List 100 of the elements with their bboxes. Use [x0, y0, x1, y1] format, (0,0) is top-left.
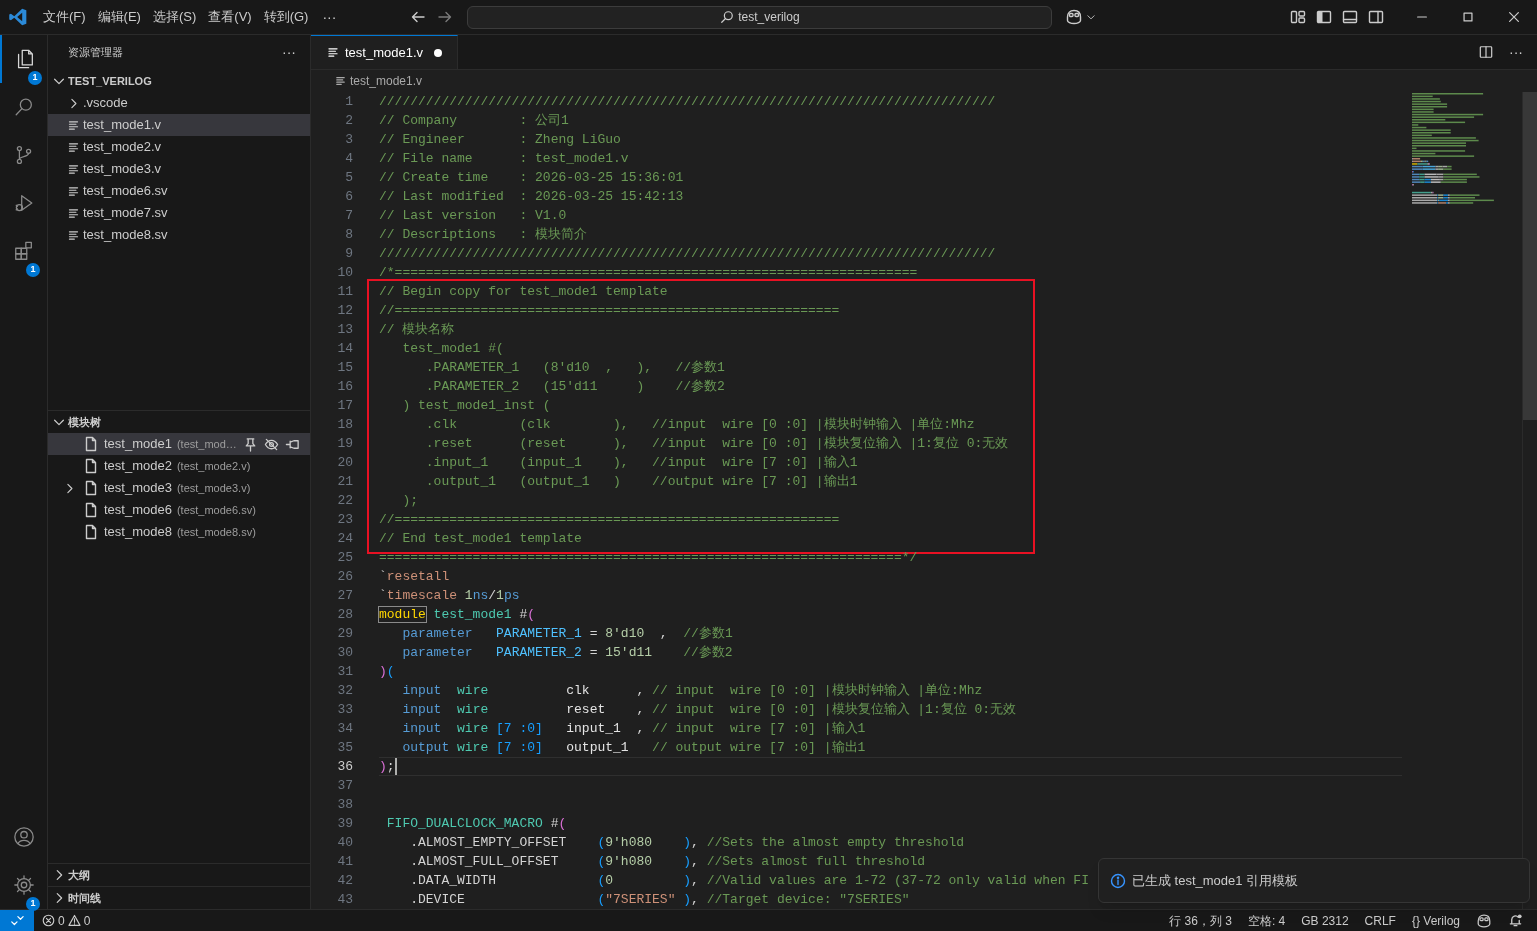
line-number: 2 [344, 111, 353, 130]
text-cursor [394, 758, 397, 775]
folder-header[interactable]: TEST_VERILOG [48, 70, 310, 92]
code-line: /////////////////////////////////////////////////////////////////////////////// [379, 245, 996, 263]
code-line: module test_mode1 #( [379, 606, 536, 624]
secondary-sidebar-icon[interactable] [1368, 9, 1385, 25]
line-number: 37 [336, 776, 353, 795]
count-badge: 1 [26, 897, 40, 911]
account-icon[interactable] [12, 826, 35, 848]
line-number: 35 [336, 738, 353, 757]
panel-toggle-icon[interactable] [1342, 9, 1359, 25]
status-item[interactable]: CRLF [1364, 911, 1396, 930]
line-number: 20 [336, 453, 353, 472]
settings-icon[interactable] [12, 874, 35, 896]
maximize-icon[interactable] [1461, 10, 1475, 24]
tree-item[interactable]: test_mode6 (test_mode6.sv) [48, 499, 310, 521]
line-number: 25 [336, 548, 353, 567]
scrollbar-thumb[interactable] [1523, 92, 1537, 420]
line-number: 5 [344, 168, 353, 187]
line-number: 36 [336, 757, 353, 776]
robot-head-icon [1065, 8, 1084, 26]
bell-icon[interactable] [1508, 913, 1523, 928]
more-actions-button[interactable]: ··· [1509, 41, 1523, 63]
tree-item[interactable]: test_mode2 (test_mode2.v) [48, 455, 310, 477]
code-line: .PARAMETER_1 (8'd10 , ), //参数1 [424, 359, 725, 377]
code-line: output wire [7 :0] output_1 // output wire [7 :0] |输出1 [401, 739, 866, 757]
line-number: 3 [344, 130, 353, 149]
code-line: FIFO_DUALCLOCK_MACRO #( [385, 815, 567, 833]
section-header[interactable]: 大纲 [48, 864, 310, 886]
code-line: .ALMOST_FULL_OFFSET (9'h080 ), //Sets almost full threshold [409, 853, 926, 871]
tree-item[interactable]: test_mode3 (test_mode3.v) [48, 477, 310, 499]
section-header[interactable]: 模块树 [48, 411, 310, 433]
line-number: 34 [336, 719, 353, 738]
command-center-search[interactable]: test_verilog [467, 5, 1053, 29]
close-icon[interactable] [1507, 10, 1521, 24]
line-number: 42 [336, 871, 353, 890]
line-number: 41 [336, 852, 353, 871]
file-icon [83, 458, 99, 474]
code-line: // Begin copy for test_mode1 template [379, 283, 668, 301]
status-item[interactable]: GB 2312 [1301, 911, 1349, 930]
file-item[interactable]: test_mode2.v [48, 136, 310, 158]
robot-head-icon[interactable] [1476, 912, 1492, 929]
editor-tab[interactable]: test_mode1.v [311, 35, 459, 69]
menu-item[interactable]: 编辑(E) [91, 4, 147, 30]
file-lines-icon [67, 228, 80, 242]
folder-item[interactable]: .vscode [48, 92, 310, 114]
tree-item[interactable]: test_mode1 (test_mod… [48, 433, 310, 455]
line-number: 9 [344, 244, 353, 263]
file-item[interactable]: test_mode3.v [48, 158, 310, 180]
menu-item[interactable]: 文件(F) [37, 4, 92, 30]
eye-slash-icon[interactable] [264, 436, 279, 452]
section-header[interactable]: 时间线 [48, 887, 310, 909]
line-number: 1 [344, 92, 353, 111]
more-actions-button[interactable]: ··· [280, 42, 298, 63]
sidebar-toggle-icon[interactable] [1316, 9, 1333, 25]
file-icon [83, 502, 99, 518]
back-arrow-icon[interactable] [410, 9, 427, 25]
problems-button[interactable]: 0 0 [42, 911, 91, 930]
code-line: // 模块名称 [379, 321, 455, 339]
line-number: 11 [336, 282, 353, 301]
file-item[interactable]: test_mode8.sv [48, 224, 310, 246]
file-lines-icon [67, 206, 80, 220]
code-line: // File name : test_mode1.v [379, 150, 629, 168]
file-item[interactable]: test_mode6.sv [48, 180, 310, 202]
code-line: // Create time : 2026-03-25 15:36:01 [379, 169, 684, 187]
status-item[interactable]: 空格: 4 [1247, 911, 1286, 930]
line-number: 17 [336, 396, 353, 415]
file-item[interactable]: test_mode1.v [48, 114, 310, 136]
line-number: 29 [336, 624, 353, 643]
robot-menu-button[interactable] [1065, 8, 1097, 26]
pin-icon[interactable] [243, 436, 258, 452]
code-line: parameter PARAMETER_2 = 15'd11 //参数2 [401, 644, 733, 662]
menu-item[interactable]: 转到(G) [257, 4, 315, 30]
layout-icon[interactable] [1290, 9, 1307, 25]
line-number: 30 [336, 643, 353, 662]
notification-message: 已生成 test_mode1 引用模板 [1132, 871, 1299, 890]
code-line: ); [401, 492, 418, 510]
split-editor-icon[interactable] [1479, 45, 1493, 59]
line-number: 32 [336, 681, 353, 700]
file-lines-icon [67, 118, 80, 132]
status-item[interactable]: {} Verilog [1411, 911, 1460, 930]
extensions-icon[interactable] [12, 240, 35, 262]
code-line: ) test_mode1_inst ( [401, 397, 551, 415]
line-number: 8 [344, 225, 353, 244]
file-lines-icon [67, 162, 80, 176]
line-number: 38 [336, 795, 353, 814]
forward-arrow-icon[interactable] [437, 9, 454, 25]
line-number: 21 [336, 472, 353, 491]
code-line: .clk (clk ), //input wire [0 :0] |模块时钟输入 |单位:Mhz [424, 416, 975, 434]
menu-item[interactable]: 选择(S) [146, 4, 203, 30]
line-number: 43 [336, 890, 353, 909]
code-line: )( [379, 663, 395, 681]
more-menu-button[interactable]: ··· [315, 4, 344, 30]
menu-item[interactable]: 查看(V) [202, 4, 258, 30]
breadcrumb[interactable]: test_mode1.v [311, 70, 1537, 92]
vscode-logo-icon [8, 7, 28, 27]
tree-item[interactable]: test_mode8 (test_mode8.sv) [48, 521, 310, 543]
file-item[interactable]: test_mode7.sv [48, 202, 310, 224]
status-item[interactable]: 行 36，列 3 [1169, 911, 1232, 930]
file-lines-icon [67, 140, 80, 154]
